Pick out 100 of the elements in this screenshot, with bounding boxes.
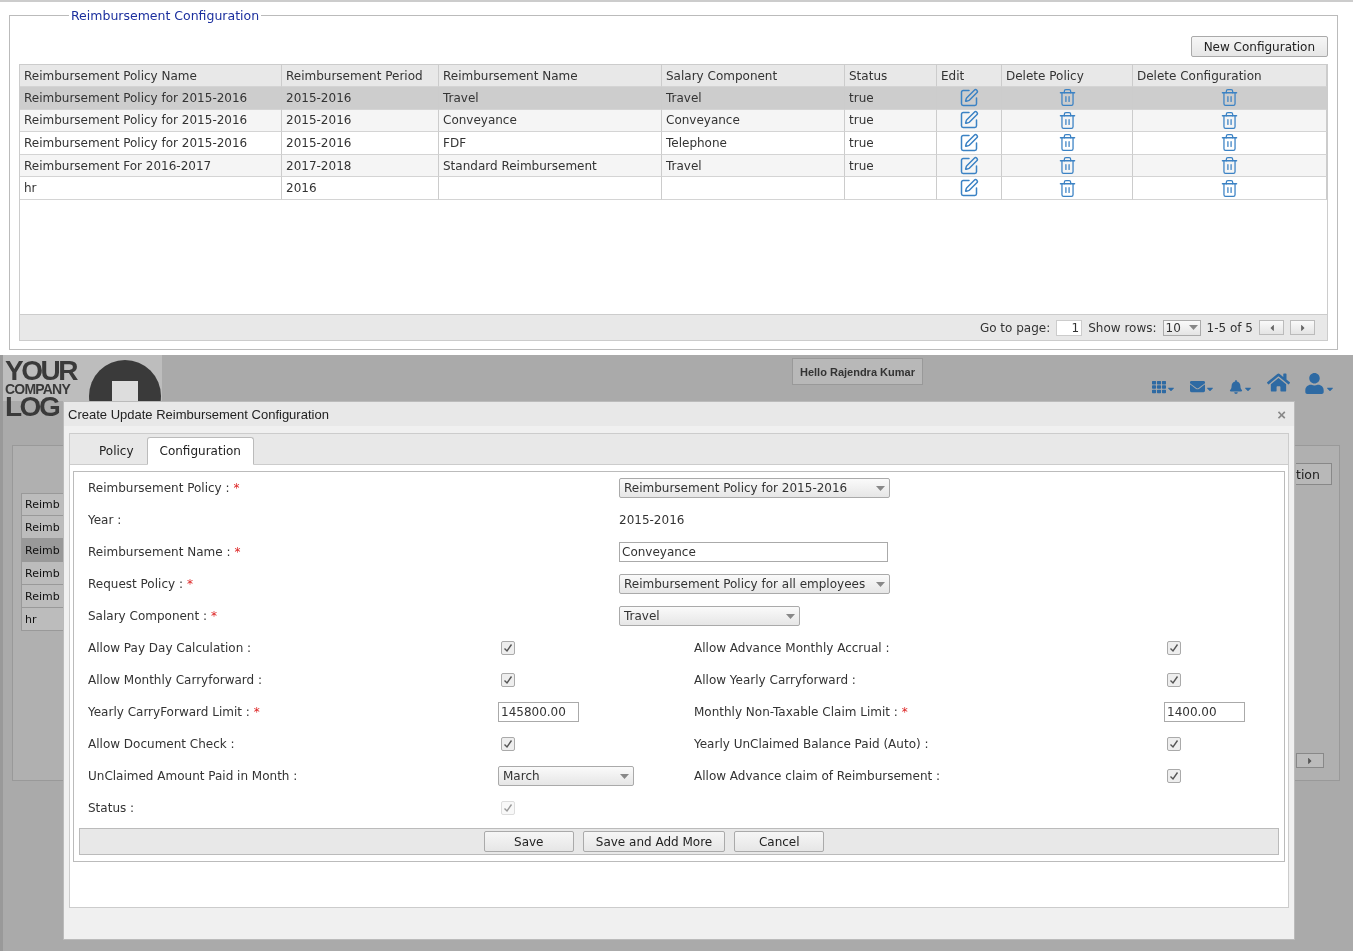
caret-icon <box>786 613 795 619</box>
home-icon[interactable] <box>1267 371 1290 394</box>
next-page-button[interactable] <box>1290 320 1315 335</box>
checkbox[interactable] <box>501 641 515 655</box>
grid-menu-icon[interactable] <box>1152 380 1176 394</box>
column-header[interactable]: Reimbursement Name <box>439 65 662 87</box>
checkbox[interactable] <box>501 737 515 751</box>
previous-page-button[interactable] <box>1259 320 1284 335</box>
checkbox[interactable] <box>1167 641 1181 655</box>
pencil-square-icon[interactable] <box>959 87 979 108</box>
table-cell: Travel <box>662 154 845 178</box>
table-cell: true <box>845 154 937 178</box>
tab[interactable]: Configuration <box>146 437 254 465</box>
column-header[interactable]: Edit <box>937 65 1002 87</box>
mail-menu-icon[interactable] <box>1190 379 1215 394</box>
table-cell: Reimb <box>21 493 64 516</box>
show-rows-label: Show rows: <box>1088 320 1157 335</box>
table-cell: Reimbursement Policy for 2015-2016 <box>20 87 282 110</box>
table-cell: Reimbursement Policy for 2015-2016 <box>20 109 282 133</box>
table-cell: Reimbursement For 2016-2017 <box>20 154 282 178</box>
tab[interactable]: Policy <box>86 437 147 465</box>
next-page-button[interactable] <box>1296 753 1324 768</box>
trash-icon[interactable] <box>1220 156 1239 176</box>
page-input[interactable]: 1 <box>1056 319 1083 336</box>
field-label: Reimbursement Policy : * <box>88 481 241 495</box>
save-and-add-button[interactable]: Save and Add More <box>582 831 726 852</box>
table-cell: FDF <box>439 132 662 155</box>
background-button[interactable]: tion <box>1296 463 1332 485</box>
save-button[interactable]: Save <box>483 831 574 852</box>
pencil-square-icon[interactable] <box>959 155 979 176</box>
table-cell: Travel <box>439 87 662 110</box>
field-label: Salary Component : * <box>88 609 219 623</box>
pencil-square-icon[interactable] <box>959 133 979 153</box>
go-to-page-label: Go to page: <box>979 320 1051 335</box>
dropdown-field[interactable]: Travel <box>619 606 800 626</box>
field-label: Year : <box>88 513 123 527</box>
trash-icon[interactable] <box>1220 178 1239 198</box>
input-field[interactable]: 145800.00 <box>498 702 579 722</box>
logo-text: COMPANY <box>5 383 72 396</box>
table-cell: Conveyance <box>662 109 845 133</box>
trash-icon[interactable] <box>1220 110 1239 130</box>
table-cell: true <box>845 132 937 155</box>
table-cell: true <box>845 109 937 133</box>
checkbox[interactable] <box>1167 737 1181 751</box>
field-label: Allow Document Check : <box>88 737 236 751</box>
field-label: Allow Advance Monthly Accrual : <box>694 641 891 655</box>
new-configuration-button[interactable]: New Configuration <box>1190 36 1328 57</box>
trash-icon[interactable] <box>1220 133 1239 153</box>
table-cell: 2015-2016 <box>282 87 439 110</box>
table-cell: hr <box>21 608 64 631</box>
table-cell: true <box>845 87 937 110</box>
checkbox[interactable] <box>501 673 515 687</box>
table-cell: Conveyance <box>439 109 662 133</box>
logo-text: YOUR <box>5 359 76 384</box>
cancel-button[interactable]: Cancel <box>734 831 825 852</box>
column-header[interactable]: Reimbursement Period <box>282 65 439 87</box>
table-cell: 2016 <box>282 177 439 200</box>
field-label: Monthly Non-Taxable Claim Limit : * <box>694 705 909 719</box>
caret-icon <box>1188 325 1198 330</box>
column-header[interactable]: Salary Component <box>662 65 845 87</box>
column-header[interactable]: Reimbursement Policy Name <box>20 65 282 87</box>
checkbox[interactable] <box>1167 769 1181 783</box>
table-cell: Reimb <box>21 585 64 608</box>
rows-dropdown[interactable]: 10 <box>1162 319 1201 336</box>
field-label: Allow Yearly Carryforward : <box>694 673 857 687</box>
trash-icon[interactable] <box>1057 156 1077 176</box>
table-cell: Reimbursement Policy for 2015-2016 <box>20 132 282 155</box>
pencil-square-icon[interactable] <box>959 110 979 131</box>
trash-icon[interactable] <box>1057 88 1077 108</box>
user-menu-icon[interactable] <box>1304 373 1335 394</box>
input-field[interactable]: Conveyance <box>619 542 888 562</box>
page-range: 1-5 of 5 <box>1206 320 1253 335</box>
section-title: Reimbursement Configuration <box>70 8 261 23</box>
column-header[interactable]: Status <box>845 65 937 87</box>
field-label: Allow Monthly Carryforward : <box>88 673 264 687</box>
caret-icon <box>620 773 629 779</box>
table-cell: Reimb <box>21 516 64 539</box>
dropdown-field[interactable]: Reimbursement Policy for 2015-2016 <box>619 478 890 498</box>
table-cell: Reimb <box>21 539 64 562</box>
input-field[interactable]: 1400.00 <box>1164 702 1245 722</box>
table-cell: Standard Reimbursement <box>439 154 662 178</box>
table-cell: 2015-2016 <box>282 109 439 133</box>
column-header[interactable]: Delete Configuration <box>1133 65 1327 87</box>
trash-icon[interactable] <box>1057 110 1077 130</box>
dialog-title: Create Update Reimbursement Configuration <box>68 406 329 422</box>
greeting-badge: Hello Rajendra Kumar <box>792 358 923 385</box>
table-cell: Reimb <box>21 562 64 585</box>
field-label: Yearly UnClaimed Balance Paid (Auto) : <box>694 737 930 751</box>
column-header[interactable]: Delete Policy <box>1002 65 1133 87</box>
trash-icon[interactable] <box>1057 133 1077 153</box>
pencil-square-icon[interactable] <box>959 178 979 199</box>
bell-menu-icon[interactable] <box>1229 380 1253 394</box>
dropdown-field[interactable]: Reimbursement Policy for all employees <box>619 574 890 594</box>
checkbox[interactable] <box>1167 673 1181 687</box>
table-cell: Telephone <box>662 132 845 155</box>
dropdown-field[interactable]: March <box>498 766 634 786</box>
table-cell: Travel <box>662 87 845 110</box>
trash-icon[interactable] <box>1220 88 1239 108</box>
table-cell: 2017-2018 <box>282 154 439 178</box>
trash-icon[interactable] <box>1057 178 1077 198</box>
